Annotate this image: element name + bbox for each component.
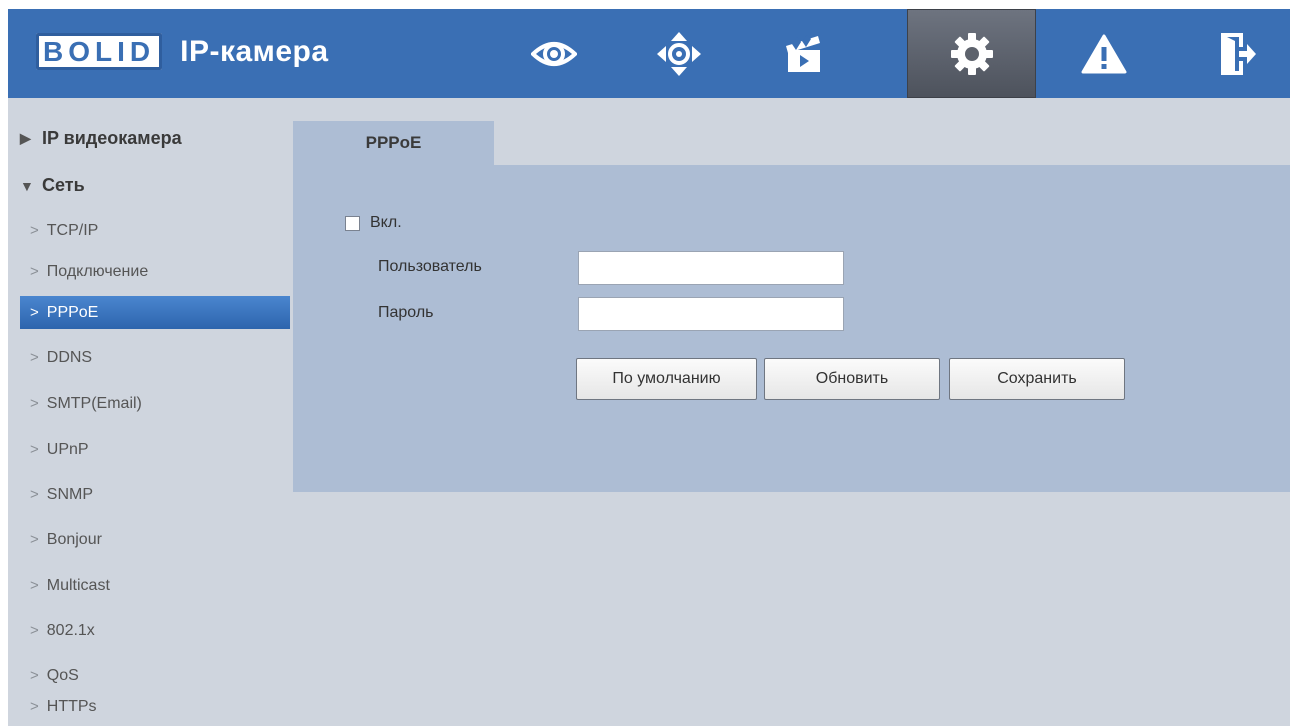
sidebar-item-multicast[interactable]: > Multicast xyxy=(20,569,290,602)
product-title: IP-камера xyxy=(180,34,329,68)
enable-label: Вкл. xyxy=(370,214,402,231)
triangle-down-icon: ▼ xyxy=(20,177,34,194)
sidebar-group-ip-camera[interactable]: ▶ IP видеокамера xyxy=(20,128,182,149)
chevron-right-icon: > xyxy=(30,263,39,280)
password-label: Пароль xyxy=(378,304,434,321)
content-area: ▶ IP видеокамера ▼ Сеть > TCP/IP > Подкл… xyxy=(8,98,1290,726)
username-label: Пользователь xyxy=(378,258,482,275)
sidebar-item-label: Bonjour xyxy=(46,530,102,548)
nav-alarm-button[interactable] xyxy=(1042,9,1166,98)
sidebar-item-8021x[interactable]: > 802.1x xyxy=(20,614,290,647)
sidebar-item-ddns[interactable]: > DDNS xyxy=(20,341,290,374)
sidebar-item-https[interactable]: > HTTPs xyxy=(20,690,290,723)
sidebar-item-label: SMTP(Email) xyxy=(46,394,142,412)
brand-logo-box: BOLID xyxy=(36,33,163,70)
sidebar-item-smtp[interactable]: > SMTP(Email) xyxy=(20,387,290,420)
chevron-right-icon: > xyxy=(30,304,39,321)
sidebar-item-snmp[interactable]: > SNMP xyxy=(20,478,290,511)
sidebar-item-pppoe[interactable]: > PPPoE xyxy=(20,296,290,329)
default-button[interactable]: По умолчанию xyxy=(576,358,757,400)
sidebar-item-qos[interactable]: > QoS xyxy=(20,659,290,692)
ptz-icon xyxy=(657,31,701,76)
refresh-button[interactable]: Обновить xyxy=(764,358,940,400)
enable-checkbox[interactable] xyxy=(345,215,360,231)
sidebar-item-connection[interactable]: > Подключение xyxy=(20,255,290,288)
nav-settings-button[interactable] xyxy=(907,9,1036,98)
logout-icon xyxy=(1221,32,1256,75)
tab-pppoe[interactable]: PPPoE xyxy=(293,121,494,165)
enable-row: Вкл. xyxy=(345,214,402,232)
password-input[interactable] xyxy=(578,297,844,331)
chevron-right-icon: > xyxy=(30,222,39,239)
sidebar-item-label: DDNS xyxy=(46,348,93,366)
sidebar-item-label: QoS xyxy=(46,666,79,684)
username-input[interactable] xyxy=(578,251,844,285)
warning-icon xyxy=(1081,34,1127,73)
sidebar-group-network[interactable]: ▼ Сеть xyxy=(20,175,85,196)
gear-icon xyxy=(950,32,993,75)
sidebar-item-bonjour[interactable]: > Bonjour xyxy=(20,523,290,556)
sidebar-item-label: TCP/IP xyxy=(46,221,99,239)
triangle-right-icon: ▶ xyxy=(20,130,31,146)
sidebar-item-label: UPnP xyxy=(46,440,89,458)
nav-ptz-button[interactable] xyxy=(617,9,741,98)
chevron-right-icon: > xyxy=(30,667,39,684)
sidebar-group-label: Сеть xyxy=(42,175,85,195)
sidebar-item-label: HTTPs xyxy=(46,697,97,715)
sidebar-item-label: Multicast xyxy=(46,576,110,594)
chevron-right-icon: > xyxy=(30,395,39,412)
chevron-right-icon: > xyxy=(30,441,39,458)
chevron-right-icon: > xyxy=(30,486,39,503)
nav-live-view-button[interactable] xyxy=(492,9,616,98)
sidebar-item-label: Подключение xyxy=(46,262,149,280)
top-header: BOLID IP-камера xyxy=(8,9,1290,98)
brand-logo-text: BOLID xyxy=(43,35,156,67)
sidebar-item-upnp[interactable]: > UPnP xyxy=(20,433,290,466)
chevron-right-icon: > xyxy=(30,577,39,594)
eye-icon xyxy=(531,41,577,66)
pppoe-settings-panel: Вкл. Пользователь Пароль По умолчанию Об… xyxy=(293,165,1290,492)
nav-playback-button[interactable] xyxy=(742,9,866,98)
sidebar-group-label: IP видеокамера xyxy=(42,128,182,148)
save-button[interactable]: Сохранить xyxy=(949,358,1125,400)
sidebar-item-label: SNMP xyxy=(46,485,93,503)
chevron-right-icon: > xyxy=(30,698,39,715)
sidebar-item-label: PPPoE xyxy=(46,303,99,321)
chevron-right-icon: > xyxy=(30,349,39,366)
sidebar-item-label: 802.1x xyxy=(46,621,95,639)
clapperboard-icon xyxy=(786,34,820,72)
sidebar-item-tcpip[interactable]: > TCP/IP xyxy=(20,214,290,247)
nav-logout-button[interactable] xyxy=(1186,9,1290,98)
chevron-right-icon: > xyxy=(30,622,39,639)
logo: BOLID IP-камера xyxy=(36,31,329,72)
chevron-right-icon: > xyxy=(30,531,39,548)
